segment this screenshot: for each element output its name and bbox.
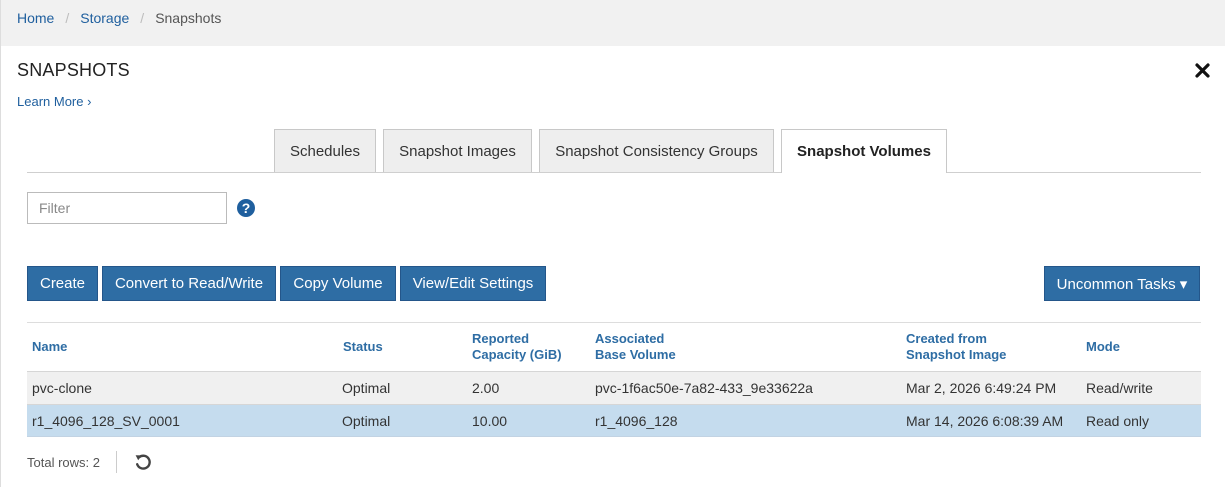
uncommon-tasks-button[interactable]: Uncommon Tasks ▾ xyxy=(1044,266,1200,301)
create-button[interactable]: Create xyxy=(27,266,98,301)
breadcrumb: Home / Storage / Snapshots xyxy=(17,10,221,26)
learn-more-link[interactable]: Learn More › xyxy=(17,94,91,109)
table-row[interactable]: r1_4096_128_SV_0001 Optimal 10.00 r1_409… xyxy=(27,404,1201,437)
footer-divider xyxy=(115,451,117,473)
column-header-reported-capacity[interactable]: Reported Capacity (GiB) xyxy=(472,331,562,363)
breadcrumb-current: Snapshots xyxy=(155,10,222,26)
tab-schedules[interactable]: Schedules xyxy=(274,129,376,172)
column-header-created-from-snapshot-image[interactable]: Created from Snapshot Image xyxy=(906,331,1006,363)
refresh-icon[interactable] xyxy=(133,452,153,472)
convert-to-read-write-button[interactable]: Convert to Read/Write xyxy=(102,266,276,301)
column-header-name[interactable]: Name xyxy=(32,339,67,355)
page-title: SNAPSHOTS xyxy=(17,60,130,80)
copy-volume-button[interactable]: Copy Volume xyxy=(280,266,396,301)
tab-snapshot-consistency-groups[interactable]: Snapshot Consistency Groups xyxy=(539,129,774,172)
table-row[interactable]: pvc-clone Optimal 2.00 pvc-1f6ac50e-7a82… xyxy=(27,371,1201,404)
cell-mode: Read/write xyxy=(1086,380,1153,396)
cell-status: Optimal xyxy=(342,413,391,429)
tab-snapshot-images[interactable]: Snapshot Images xyxy=(383,129,532,172)
tabs-baseline xyxy=(27,172,1201,173)
column-header-line: Snapshot Image xyxy=(906,347,1007,362)
column-header-status[interactable]: Status xyxy=(343,339,383,355)
column-header-associated-base-volume[interactable]: Associated Base Volume xyxy=(595,331,676,363)
breadcrumb-storage-link[interactable]: Storage xyxy=(80,10,129,26)
filter-input[interactable] xyxy=(27,192,227,224)
cell-capacity: 2.00 xyxy=(472,380,500,396)
tab-snapshot-volumes[interactable]: Snapshot Volumes xyxy=(781,129,947,173)
column-header-line: Created from xyxy=(906,331,987,346)
cell-status: Optimal xyxy=(342,380,391,396)
column-header-line: Base Volume xyxy=(595,347,676,362)
breadcrumb-separator: / xyxy=(65,10,70,26)
column-header-mode[interactable]: Mode xyxy=(1086,339,1120,355)
breadcrumb-home-link[interactable]: Home xyxy=(17,10,54,26)
view-edit-settings-button[interactable]: View/Edit Settings xyxy=(400,266,546,301)
table-top-border xyxy=(27,322,1201,323)
cell-created: Mar 14, 2026 6:08:39 AM xyxy=(906,413,1064,429)
cell-base-volume: r1_4096_128 xyxy=(595,413,678,429)
cell-name: r1_4096_128_SV_0001 xyxy=(32,413,180,429)
breadcrumb-separator: / xyxy=(140,10,145,26)
column-header-line: Associated xyxy=(595,331,665,346)
snapshots-panel: SNAPSHOTS Learn More › Schedules Snapsho… xyxy=(0,46,1225,487)
help-icon[interactable]: ? xyxy=(237,199,255,217)
cell-name: pvc-clone xyxy=(32,380,92,396)
table-footer: Total rows: 2 xyxy=(27,451,153,473)
cell-capacity: 10.00 xyxy=(472,413,508,429)
cell-created: Mar 2, 2026 6:49:24 PM xyxy=(906,380,1057,396)
cell-mode: Read only xyxy=(1086,413,1150,429)
cell-base-volume: pvc-1f6ac50e-7a82-433_9e33622a xyxy=(595,380,813,396)
close-icon[interactable] xyxy=(1192,60,1212,80)
total-rows-label: Total rows: 2 xyxy=(27,454,100,470)
column-header-line: Capacity (GiB) xyxy=(472,347,562,362)
column-header-line: Reported xyxy=(472,331,530,346)
breadcrumb-bar: Home / Storage / Snapshots xyxy=(0,0,1225,46)
